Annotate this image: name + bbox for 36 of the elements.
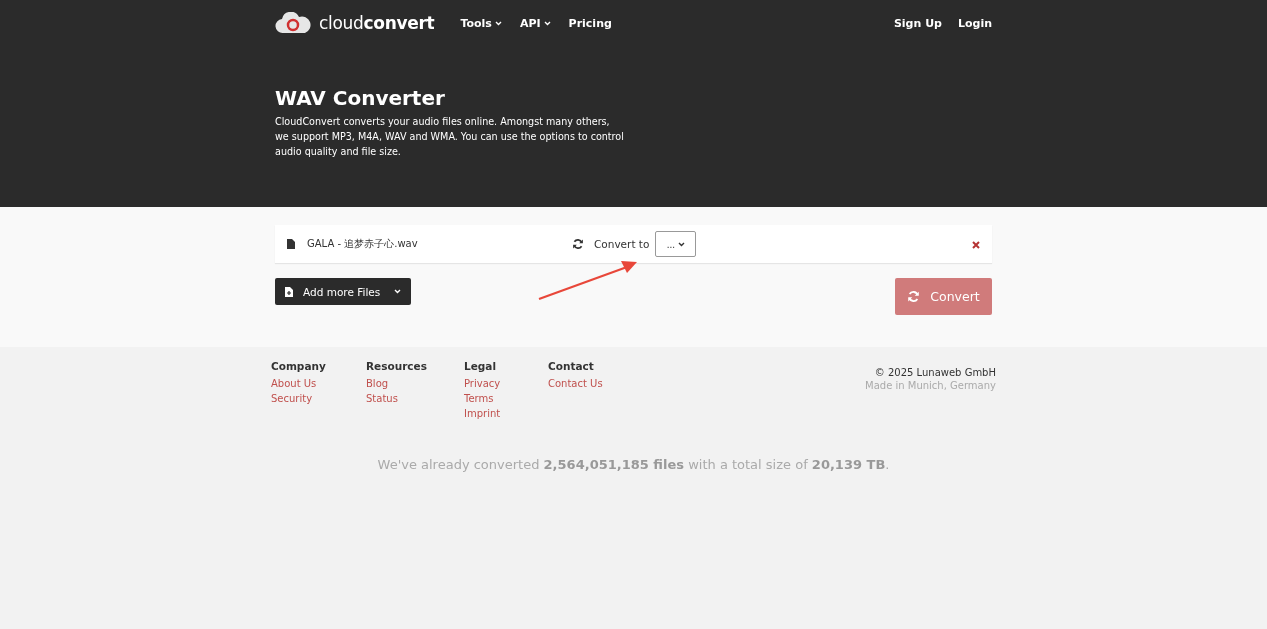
- footer-heading: Company: [271, 360, 327, 372]
- stats-text: We've already converted 2,564,051,185 files with a total size of 20,139 TB.: [376, 457, 891, 472]
- sync-icon: [572, 238, 584, 250]
- account-link[interactable]: Sign Up: [893, 16, 942, 30]
- footer-link[interactable]: Imprint: [464, 408, 548, 419]
- footer-heading: Resources: [366, 360, 428, 372]
- nav-link[interactable]: API: [519, 16, 551, 30]
- footer-link[interactable]: Security: [271, 393, 366, 404]
- footer-heading: Contact: [548, 360, 595, 372]
- nav-link[interactable]: Tools: [460, 16, 502, 30]
- add-files-button[interactable]: Add more Files: [275, 278, 411, 305]
- format-select[interactable]: ...: [655, 231, 697, 257]
- location-text: Made in Munich, Germany: [865, 380, 996, 391]
- file-name: GALA - 追梦赤子心.wav: [307, 237, 419, 251]
- nav-link[interactable]: Pricing: [568, 16, 612, 30]
- file-plus-icon: [285, 286, 293, 297]
- footer-link[interactable]: Status: [366, 393, 464, 404]
- footer-link[interactable]: About Us: [271, 378, 366, 389]
- sync-icon: [907, 290, 921, 303]
- account-link[interactable]: Login: [957, 16, 992, 30]
- file-icon: [287, 239, 295, 249]
- page-title: WAV Converter: [275, 86, 446, 110]
- caret-icon: [494, 20, 502, 26]
- caret-icon: [394, 289, 401, 294]
- caret-icon: [678, 241, 686, 247]
- footer-link[interactable]: Terms: [464, 393, 548, 404]
- cloud-logo-icon: [275, 12, 311, 34]
- copyright-text: © 2025 Lunaweb GmbH: [874, 367, 996, 378]
- caret-icon: [543, 20, 551, 26]
- page-description: CloudConvert converts your audio files online. Amongst many others, we support MP3, M4A, WAV and WMA. You can use the options to control audio quality and file size.: [275, 115, 625, 159]
- footer-link[interactable]: Contact Us: [548, 378, 668, 389]
- footer-link[interactable]: Blog: [366, 378, 464, 389]
- logo-text[interactable]: cloudconvert: [319, 13, 435, 33]
- convert-to-label: Convert to: [594, 238, 650, 250]
- footer-heading: Legal: [464, 360, 497, 372]
- footer-link[interactable]: Privacy: [464, 378, 548, 389]
